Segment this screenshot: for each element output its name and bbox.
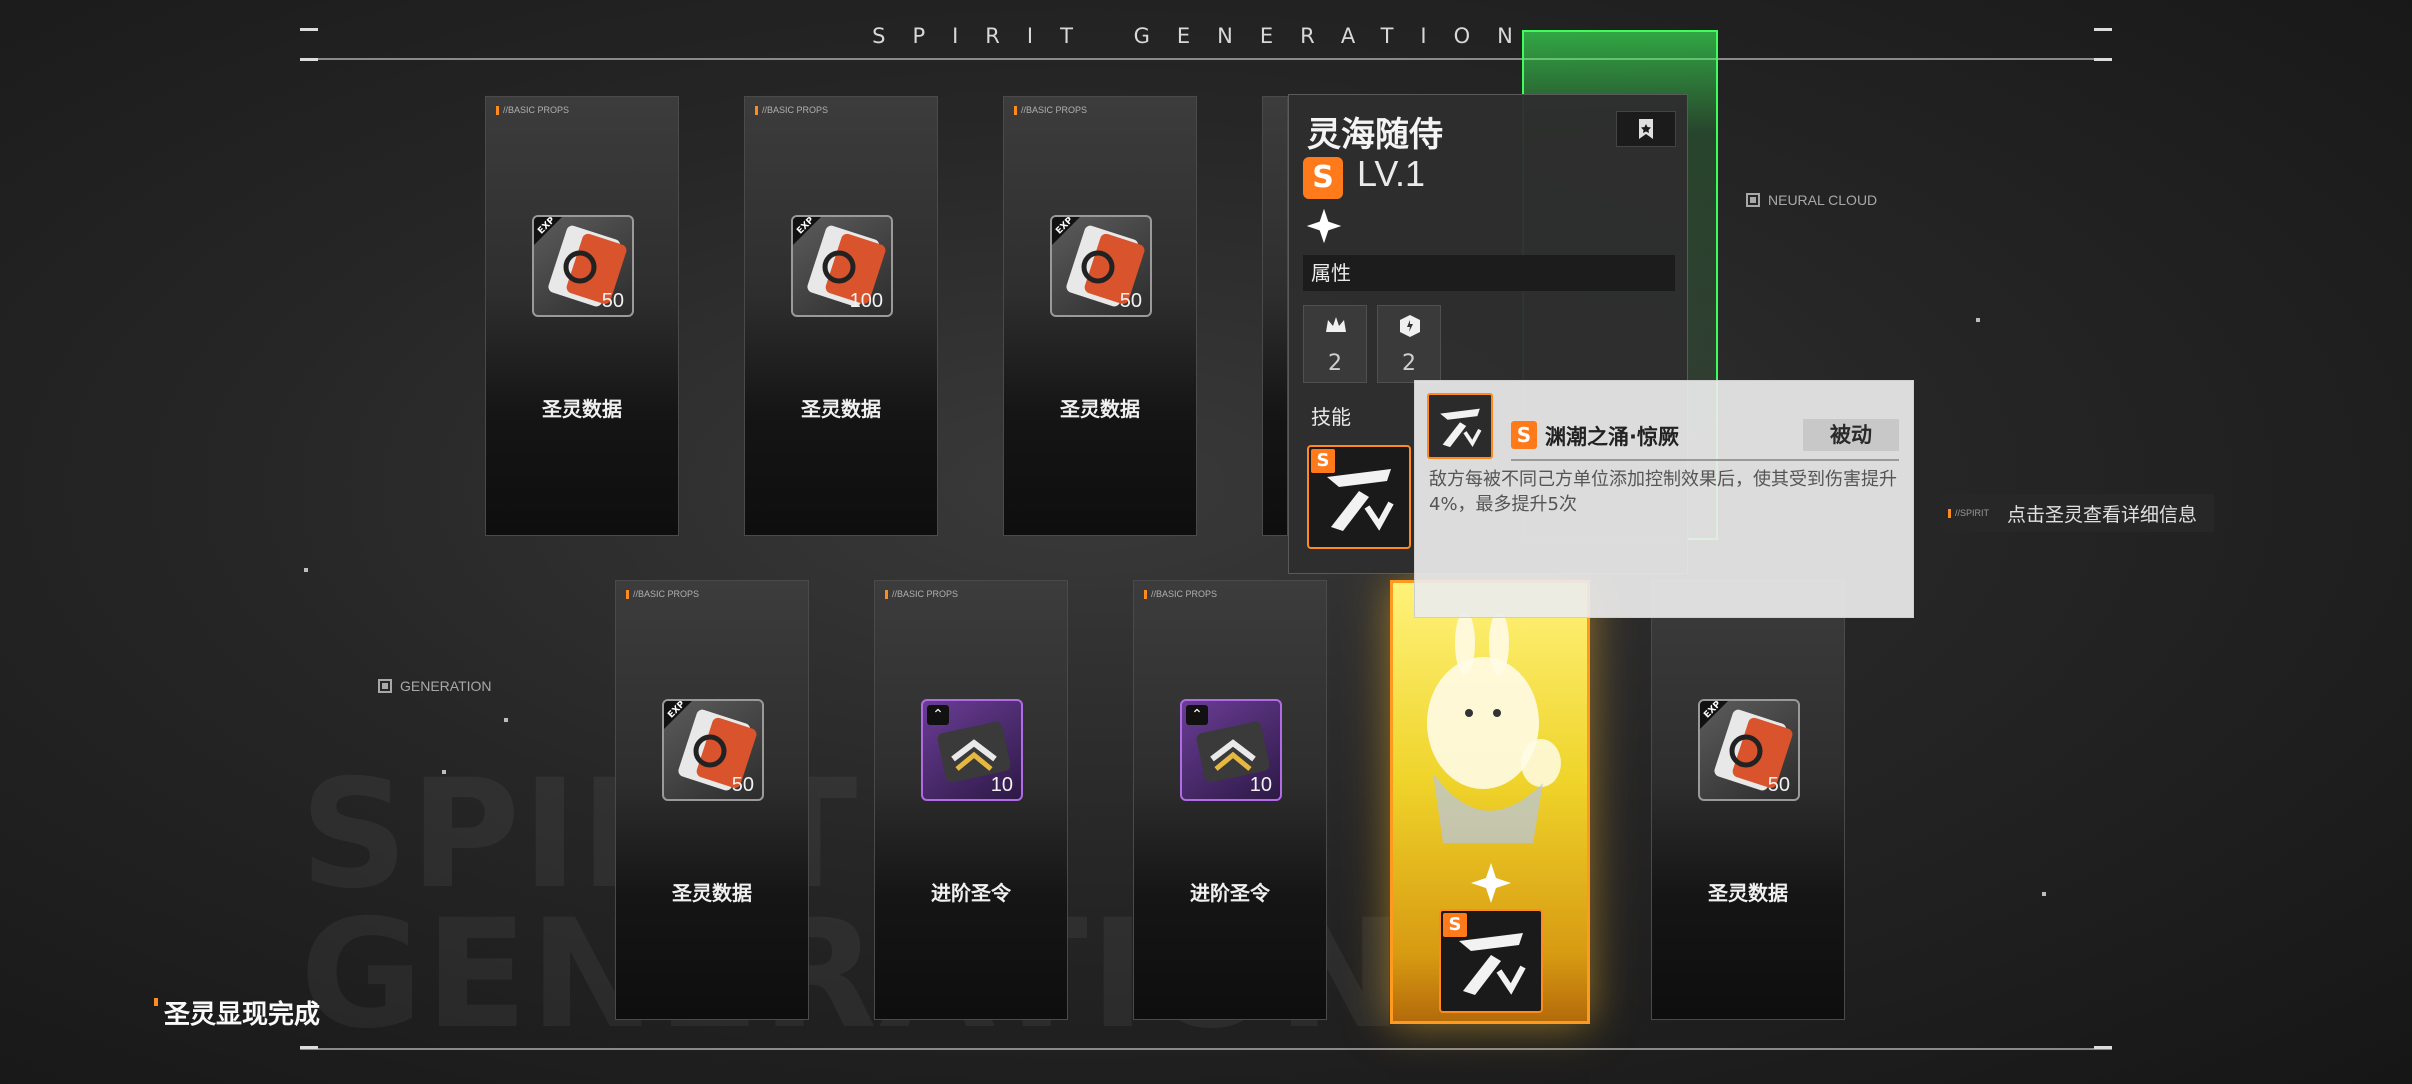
skill-tooltip: S 渊潮之涌·惊厥 被动 敌方每被不同己方单位添加控制效果后，使其受到伤害提升4… [1414, 380, 1914, 618]
advance-book-icon: ⌃ 10 [921, 699, 1023, 801]
reward-card[interactable]: //BASIC PROPS ⌃ 10 进阶圣令 [1133, 580, 1327, 1020]
reward-card[interactable]: //BASIC PROPS EXP 50 圣灵数据 [485, 96, 679, 536]
reward-card[interactable]: //BASIC PROPS EXP 50 圣灵数据 [615, 580, 809, 1020]
item-quantity: 10 [990, 774, 1013, 796]
spirit-name: 灵海随侍 [1307, 115, 1443, 155]
hint-tag: //SPIRIT [1948, 508, 1989, 518]
exp-item-icon: EXP 100 [791, 215, 893, 317]
item-quantity: 50 [1767, 774, 1790, 796]
card-label: 圣灵数据 [801, 397, 881, 421]
rank-s-badge: S [1511, 421, 1537, 449]
neural-cloud-tag-label: NEURAL CLOUD [1768, 192, 1878, 208]
skill-type-badge: 被动 [1803, 419, 1899, 451]
exp-item-icon: EXP 50 [1050, 215, 1152, 317]
neural-cloud-tag: NEURAL CLOUD [1746, 192, 1877, 208]
card-tag: //BASIC PROPS [885, 589, 958, 599]
bookmark-icon [1639, 119, 1653, 139]
bottom-right-tick [2094, 1046, 2112, 1049]
hint-text: 点击圣灵查看详细信息 [2007, 503, 2198, 526]
tooltip-divider [1511, 459, 1899, 461]
square-icon [1746, 193, 1760, 207]
attribute-crown: 2 [1303, 305, 1367, 383]
card-label: 圣灵数据 [672, 881, 752, 905]
page-title: SPIRIT GENERATION [872, 24, 1540, 48]
skill-icon: S [1439, 909, 1543, 1013]
advance-book-icon: ⌃ 10 [1180, 699, 1282, 801]
exp-item-icon: EXP 50 [532, 215, 634, 317]
selected-spirit-card[interactable]: S [1390, 580, 1590, 1024]
card-label: 圣灵数据 [1708, 881, 1788, 905]
card-tag: //BASIC PROPS [1014, 105, 1087, 115]
decor-dot [1976, 318, 1980, 322]
spirit-hint: //SPIRIT 点击圣灵查看详细信息 [1940, 494, 2214, 532]
generation-status: 圣灵显现完成 [154, 994, 320, 1031]
reward-card[interactable]: //BASIC PROPS EXP 100 圣灵数据 [744, 96, 938, 536]
attribute-value: 2 [1402, 351, 1416, 376]
generation-tag-label: GENERATION [400, 678, 492, 694]
status-text: 圣灵显现完成 [164, 1000, 321, 1030]
decor-dot [504, 718, 508, 722]
attributes-header: 属性 [1303, 255, 1675, 291]
top-right-tick-lower [2094, 58, 2112, 61]
status-accent [154, 998, 158, 1006]
skill-icon [1327, 469, 1394, 531]
item-quantity: 100 [849, 290, 883, 312]
card-tag: //BASIC PROPS [1144, 589, 1217, 599]
top-frame-line [300, 58, 2112, 60]
hex-shield-icon [1400, 315, 1420, 337]
sparkle-icon [1306, 208, 1342, 244]
reward-card[interactable]: //BASIC PROPS EXP 50 圣灵数据 [1003, 96, 1197, 536]
rabbit-spirit-art [1427, 613, 1561, 843]
skill-slot[interactable]: S [1307, 445, 1411, 549]
card-tag: //BASIC PROPS [496, 105, 569, 115]
card-label: 圣灵数据 [1060, 397, 1140, 421]
attribute-shield: 2 [1377, 305, 1441, 383]
reward-card-partial[interactable] [1262, 96, 1288, 536]
bookmark-button[interactable] [1616, 111, 1676, 147]
exp-item-icon: EXP 50 [662, 699, 764, 801]
card-label: 圣灵数据 [542, 397, 622, 421]
card-tag: //BASIC PROPS [755, 105, 828, 115]
decor-dot [304, 568, 308, 572]
skill-name: 渊潮之涌·惊厥 [1545, 425, 1679, 449]
attribute-value: 2 [1328, 351, 1342, 376]
chevron-up-icon: ⌃ [1186, 705, 1208, 725]
item-quantity: 50 [731, 774, 754, 796]
skill-description: 敌方每被不同己方单位添加控制效果后，使其受到伤害提升4%，最多提升5次 [1429, 469, 1897, 515]
card-label: 进阶圣令 [931, 881, 1011, 905]
item-quantity: 10 [1249, 774, 1272, 796]
decor-dot [442, 770, 446, 774]
rank-s-badge: S [1303, 157, 1343, 199]
reward-card[interactable]: EXP 50 圣灵数据 [1651, 580, 1845, 1020]
sparkle-icon [1471, 863, 1511, 903]
reward-card[interactable]: //BASIC PROPS ⌃ 10 进阶圣令 [874, 580, 1068, 1020]
generation-tag: GENERATION [378, 678, 492, 694]
card-tag: //BASIC PROPS [626, 589, 699, 599]
skill-icon [1427, 393, 1493, 459]
decor-dot [2042, 892, 2046, 896]
item-quantity: 50 [1119, 290, 1142, 312]
skills-header: 技能 [1311, 405, 1351, 429]
top-left-tick-lower [300, 58, 318, 61]
square-icon [378, 679, 392, 693]
crown-icon [1326, 317, 1346, 332]
card-label: 进阶圣令 [1190, 881, 1270, 905]
chevron-up-icon: ⌃ [927, 705, 949, 725]
spirit-level: LV.1 [1357, 153, 1426, 194]
item-quantity: 50 [601, 290, 624, 312]
exp-item-icon: EXP 50 [1698, 699, 1800, 801]
